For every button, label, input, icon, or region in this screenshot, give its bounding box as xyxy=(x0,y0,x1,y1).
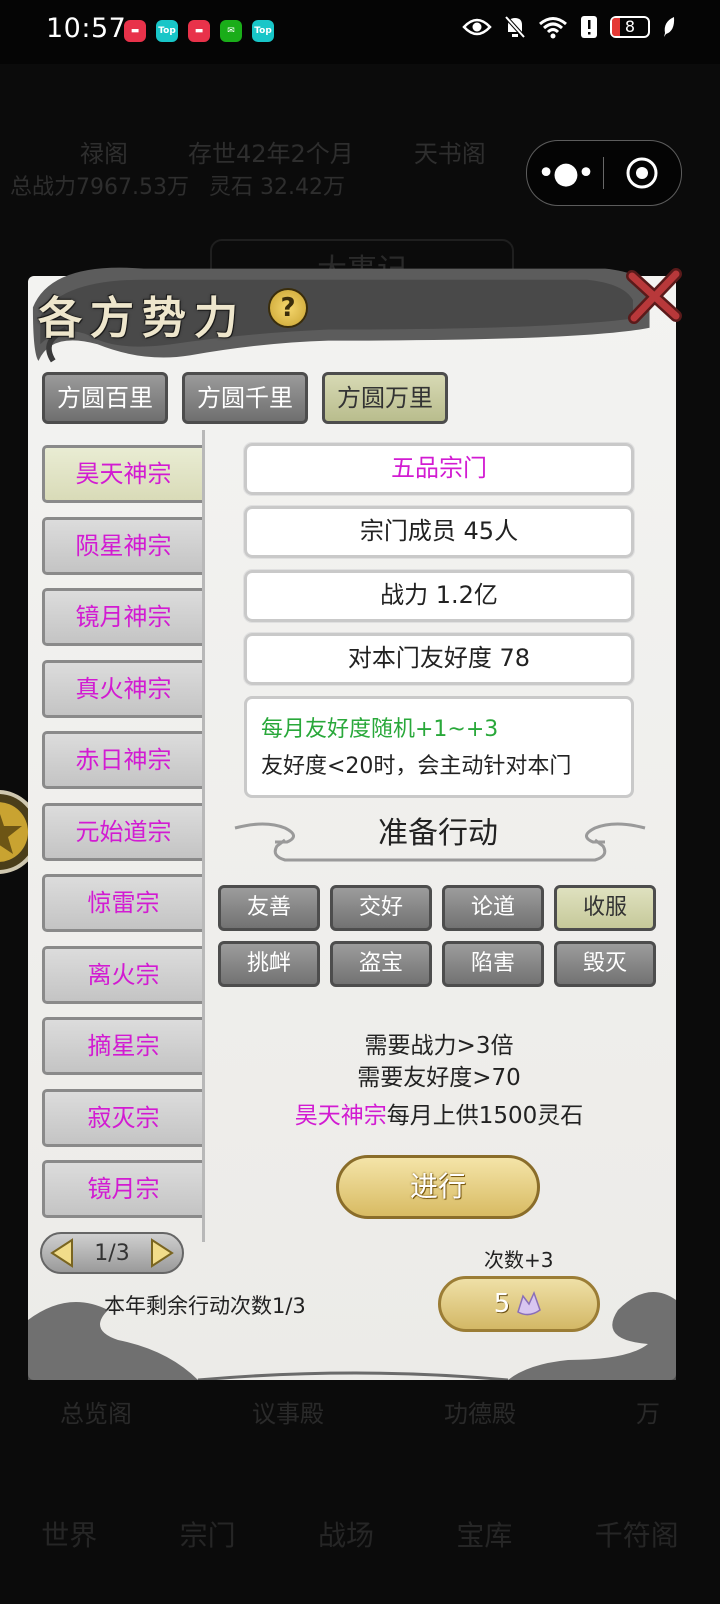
close-icon[interactable] xyxy=(626,268,684,324)
sect-friendship-box: 对本门友好度 78 xyxy=(243,632,635,686)
requirement-power: 需要战力>3倍 xyxy=(364,1033,514,1059)
tab-range-ten-thousand-li[interactable]: 方圆万里 xyxy=(322,372,448,424)
sect-item-chiri[interactable]: 赤日神宗 xyxy=(42,731,202,789)
requirement-friendship: 需要友好度>70 xyxy=(357,1065,521,1091)
app-red-icon: ▬ xyxy=(124,20,146,42)
top-app-icon-2: Top xyxy=(252,20,274,42)
bg-label-2: 天书阁 xyxy=(413,140,486,168)
bg-nav-item: 宝库 xyxy=(456,1519,513,1552)
system-icons: 8 xyxy=(462,15,676,39)
sect-item-jingyue[interactable]: 镜月宗 xyxy=(42,1160,202,1218)
leaf-charge-icon xyxy=(664,17,675,37)
sect-list-pager: 1/3 xyxy=(40,1232,184,1274)
bg-tab: 议事殿 xyxy=(252,1400,324,1428)
bg-nav-item: 宗门 xyxy=(179,1519,236,1552)
sect-item-lihuo[interactable]: 离火宗 xyxy=(42,945,202,1004)
wechat-icon: ✉ xyxy=(220,20,242,42)
execute-button[interactable]: 进行 xyxy=(336,1155,540,1219)
help-icon[interactable]: ? xyxy=(268,288,308,328)
bg-spirit-stone: 灵石 32.42万 xyxy=(208,175,345,200)
target-close-icon xyxy=(626,157,658,189)
friendship-gain-note: 每月友好度随机+1~+3 xyxy=(261,717,499,742)
bg-total-power: 总战力7967.53万 xyxy=(10,175,189,200)
tab-range-thousand-li[interactable]: 方圆千里 xyxy=(182,372,308,424)
range-tabs: 方圆百里 方圆千里 方圆万里 xyxy=(42,372,448,424)
tab-range-hundred-li[interactable]: 方圆百里 xyxy=(42,372,168,424)
extra-times-label: 次数+3 xyxy=(484,1248,554,1272)
sect-item-jinglei[interactable]: 惊雷宗 xyxy=(42,874,202,932)
next-page-icon[interactable] xyxy=(148,1237,176,1269)
app-red-icon-2: ▬ xyxy=(188,20,210,42)
bg-nav-bar: 世界 宗门 战场 宝库 千符阁 xyxy=(0,1514,720,1554)
dialog-title: 各方势力 xyxy=(38,293,246,344)
prep-action-title: 准备行动 xyxy=(378,816,498,851)
sect-item-zhaixing[interactable]: 摘星宗 xyxy=(42,1017,202,1075)
spirit-crystal-icon xyxy=(517,1290,542,1316)
action-frame-button[interactable]: 陷害 xyxy=(442,941,544,987)
sect-item-yunxing[interactable]: 陨星神宗 xyxy=(42,516,202,575)
sect-item-jingyue-shen[interactable]: 镜月神宗 xyxy=(42,588,202,646)
action-friendly-button[interactable]: 友善 xyxy=(218,885,320,931)
requirement-tribute: 昊天神宗每月上供1500灵石 xyxy=(244,1096,634,1130)
buy-times-button[interactable]: 5 xyxy=(438,1276,600,1332)
bg-tab: 功德殿 xyxy=(444,1400,516,1428)
action-steal-button[interactable]: 盗宝 xyxy=(330,941,432,987)
action-subdue-button[interactable]: 收服 xyxy=(554,885,656,931)
bg-nav-item: 世界 xyxy=(41,1519,98,1552)
action-befriend-button[interactable]: 交好 xyxy=(330,885,432,931)
wifi-icon xyxy=(539,17,567,39)
sect-item-haotian[interactable]: 昊天神宗 xyxy=(42,445,202,503)
page-indicator: 1/3 xyxy=(94,1240,130,1266)
tribute-text: 每月上供1500灵石 xyxy=(386,1103,584,1129)
status-bar: 10:57 ▬ Top ▬ ✉ Top 8 xyxy=(0,0,720,64)
action-provoke-button[interactable]: 挑衅 xyxy=(218,941,320,987)
miniprogram-close-button[interactable] xyxy=(604,156,680,190)
mute-bell-icon xyxy=(504,15,526,39)
battery-icon: 8 xyxy=(610,16,650,38)
prev-page-icon[interactable] xyxy=(48,1237,76,1269)
status-time: 10:57 xyxy=(46,13,127,44)
friendship-note-box: 每月友好度随机+1~+3 友好度<20时，会主动针对本门 xyxy=(244,696,634,798)
action-discuss-dao-button[interactable]: 论道 xyxy=(442,885,544,931)
bg-stats-row: 总战力7967.53万 灵石 32.42万 xyxy=(10,169,345,201)
top-app-icon: Top xyxy=(156,20,178,42)
more-menu-button[interactable]: •●• xyxy=(527,156,603,191)
sect-power-box: 战力 1.2亿 xyxy=(243,569,635,623)
action-grid: 友善 交好 论道 收服 挑衅 盗宝 陷害 毁灭 xyxy=(218,885,660,987)
sect-item-zhenhuo[interactable]: 真火神宗 xyxy=(42,659,202,718)
remaining-actions-text: 本年剩余行动次数1/3 xyxy=(104,1294,306,1318)
bg-bottom-tabs: 总览阁 议事殿 功德殿 万 xyxy=(0,1394,720,1429)
sect-item-jimie[interactable]: 寂灭宗 xyxy=(42,1088,202,1147)
miniprogram-capsule: •●• xyxy=(526,140,682,206)
target-sect-name: 昊天神宗 xyxy=(294,1103,387,1129)
eye-icon xyxy=(462,18,492,36)
action-destroy-button[interactable]: 毁灭 xyxy=(554,941,656,987)
alert-sim-icon xyxy=(581,16,597,38)
bg-nav-item: 战场 xyxy=(317,1519,374,1552)
bg-tab: 总览阁 xyxy=(60,1400,132,1428)
bg-tab: 万 xyxy=(636,1400,660,1428)
buy-cost: 5 xyxy=(493,1289,511,1319)
notification-icons: ▬ Top ▬ ✉ Top xyxy=(124,20,274,42)
bg-nav-item: 千符阁 xyxy=(594,1519,679,1552)
hostility-note: 友好度<20时，会主动针对本门 xyxy=(261,754,572,779)
sect-members-box: 宗门成员 45人 xyxy=(243,505,635,559)
sect-rank-box: 五品宗门 xyxy=(243,442,635,496)
